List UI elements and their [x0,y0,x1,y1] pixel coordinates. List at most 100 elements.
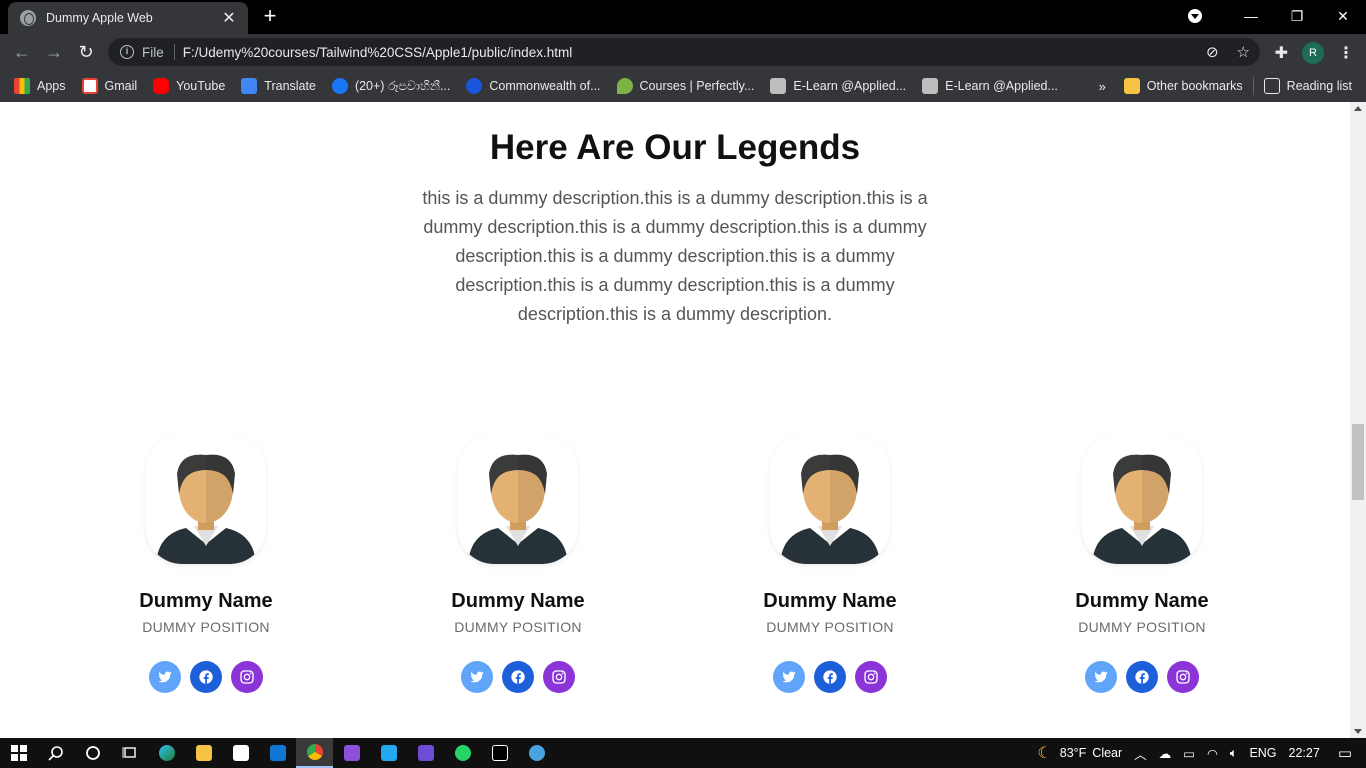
mail-icon[interactable] [259,738,296,768]
facebook-icon[interactable] [1126,661,1158,693]
reading-list-icon [1263,78,1280,94]
url-text[interactable]: F:/Udemy%20courses/Tailwind%20CSS/Apple1… [183,45,572,60]
commonwealth-icon [466,78,483,94]
task-view-icon[interactable] [111,738,148,768]
tab-search-icon[interactable] [1188,9,1202,23]
reload-button[interactable]: ↻ [70,42,102,63]
member-position: Dummy Position [766,619,894,635]
scroll-up-arrow-icon[interactable] [1354,106,1362,111]
person-avatar-icon [458,434,578,564]
instagram-icon[interactable] [855,661,887,693]
member-name: Dummy Name [451,590,585,612]
instagram-icon[interactable] [1167,661,1199,693]
apps-grid-icon [14,78,30,94]
intellij-icon[interactable] [481,738,518,768]
cloud-icon[interactable]: ☁ [1159,746,1172,761]
facebook-icon [331,78,348,94]
bookmark-elearn-1[interactable]: E-Learn @Applied... [770,78,906,94]
folder-icon [1123,78,1140,94]
translate-icon [241,78,258,94]
info-icon[interactable]: i [120,45,134,59]
twitter-icon[interactable] [149,661,181,693]
language-indicator[interactable]: ENG [1249,746,1276,760]
edge-icon[interactable] [148,738,185,768]
other-bookmarks[interactable]: Other bookmarks [1123,78,1243,94]
bookmarks-bar: Apps Gmail YouTube Translate (20+) රූපවා… [0,70,1366,102]
chrome-icon[interactable] [296,738,333,768]
address-bar[interactable]: i File F:/Udemy%20courses/Tailwind%20CSS… [108,38,1260,66]
notifications-icon[interactable]: ▭ [1338,744,1352,762]
instagram-icon[interactable] [231,661,263,693]
profile-avatar[interactable]: R [1302,42,1324,64]
restore-button[interactable]: ❐ [1274,8,1320,25]
facebook-icon[interactable] [814,661,846,693]
volume-icon[interactable]: 🔈︎ [1230,746,1238,761]
person-avatar-icon [770,434,890,564]
gmail-icon [81,78,98,94]
elearn-icon [922,78,939,94]
youtube-icon [153,78,170,94]
person-avatar-icon [1082,434,1202,564]
team-card: Dummy Name Dummy Position [720,434,940,693]
chevron-up-icon[interactable]: ︿ [1134,744,1147,763]
wifi-icon[interactable]: ◠ [1207,746,1218,761]
bookmark-gmail[interactable]: Gmail [81,78,137,94]
bookmark-apps[interactable]: Apps [14,78,66,94]
browser-tab[interactable]: Dummy Apple Web ✕ [8,2,248,34]
social-links [720,661,940,693]
battery-icon[interactable]: ▭ [1183,746,1195,761]
vscode-icon[interactable] [370,738,407,768]
file-explorer-icon[interactable] [185,738,222,768]
elearn-icon [770,78,787,94]
bookmark-facebook[interactable]: (20+) රූපවාහිනී... [331,78,450,94]
globe-icon [20,10,36,26]
twitter-icon[interactable] [1085,661,1117,693]
search-icon[interactable] [37,738,74,768]
minimize-button[interactable]: — [1228,8,1274,24]
page-scrollbar[interactable] [1350,102,1366,738]
bookmark-elearn-2[interactable]: E-Learn @Applied... [922,78,1058,94]
system-tray: ☾ 83°F Clear ︿ ☁ ▭ ◠ 🔈︎ ENG 22:27 ▭ [1037,738,1366,768]
eye-off-icon[interactable]: ⊘ [1206,43,1219,61]
bookmark-youtube[interactable]: YouTube [153,78,225,94]
instagram-icon[interactable] [543,661,575,693]
member-name: Dummy Name [139,590,273,612]
member-name: Dummy Name [763,590,897,612]
scroll-thumb[interactable] [1352,424,1364,500]
more-bookmarks-chevron-icon[interactable]: » [1099,79,1106,94]
clock[interactable]: 22:27 [1289,746,1320,760]
facebook-icon[interactable] [190,661,222,693]
close-window-button[interactable]: ✕ [1320,8,1366,25]
menu-icon[interactable]: ⋮ [1338,43,1354,63]
store-icon[interactable] [222,738,259,768]
browser-toolbar: ← → ↻ i File F:/Udemy%20courses/Tailwind… [0,34,1366,70]
windows-start-icon[interactable] [0,738,37,768]
tab-close-icon[interactable]: ✕ [220,8,238,28]
visual-studio-icon[interactable] [333,738,370,768]
weather-text[interactable]: Clear [1092,746,1122,760]
twitter-icon[interactable] [773,661,805,693]
tab-bar: Dummy Apple Web ✕ + — ❐ ✕ [0,0,1366,34]
forward-button[interactable]: → [38,42,70,63]
extensions-icon[interactable]: ✚ [1275,43,1288,63]
visual-studio-preview-icon[interactable] [407,738,444,768]
whatsapp-icon[interactable] [444,738,481,768]
section-description: this is a dummy description.this is a du… [422,188,928,324]
reading-list[interactable]: Reading list [1263,78,1352,94]
team-card: Dummy Name Dummy Position [96,434,316,693]
bookmark-courses[interactable]: Courses | Perfectly... [616,78,754,94]
paint-icon[interactable] [518,738,555,768]
star-icon[interactable]: ☆ [1237,43,1250,61]
bookmark-translate[interactable]: Translate [241,78,316,94]
file-label: File [142,44,164,60]
new-tab-button[interactable]: + [258,5,282,29]
location-pin-icon [616,78,633,94]
scroll-down-arrow-icon[interactable] [1354,729,1362,734]
weather-temp[interactable]: 83°F [1060,746,1087,760]
back-button[interactable]: ← [6,42,38,63]
cortana-icon[interactable] [74,738,111,768]
bookmark-commonwealth[interactable]: Commonwealth of... [466,78,601,94]
facebook-icon[interactable] [502,661,534,693]
twitter-icon[interactable] [461,661,493,693]
member-name: Dummy Name [1075,590,1209,612]
